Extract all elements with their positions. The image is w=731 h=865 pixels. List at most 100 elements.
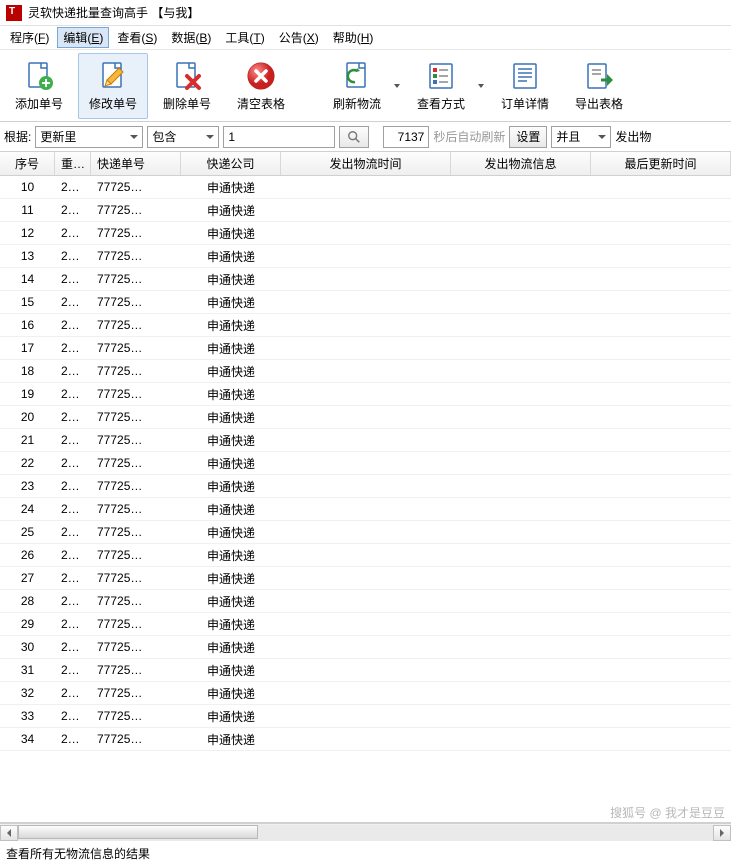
table-row[interactable]: 112…77725…申通快递 <box>0 199 731 222</box>
delete-button[interactable]: 删除单号 <box>152 53 222 119</box>
horizontal-scrollbar[interactable] <box>0 823 731 841</box>
cell: 2… <box>55 176 91 198</box>
table-row[interactable]: 242…77725…申通快递 <box>0 498 731 521</box>
export-button[interactable]: 导出表格 <box>564 53 634 119</box>
cell: 2… <box>55 498 91 520</box>
scroll-thumb[interactable] <box>18 825 258 839</box>
table-row[interactable]: 152…77725…申通快递 <box>0 291 731 314</box>
table-row[interactable]: 222…77725…申通快递 <box>0 452 731 475</box>
table-row[interactable]: 122…77725…申通快递 <box>0 222 731 245</box>
column-header[interactable]: 序号 <box>0 152 55 175</box>
cell: 申通快递 <box>181 452 281 474</box>
cell: 17 <box>0 337 55 359</box>
cell: 2… <box>55 429 91 451</box>
cell <box>281 452 451 474</box>
cell: 2… <box>55 659 91 681</box>
count-input[interactable] <box>383 126 429 148</box>
cell <box>591 383 731 405</box>
detail-button[interactable]: 订单详情 <box>490 53 560 119</box>
table-row[interactable]: 232…77725…申通快递 <box>0 475 731 498</box>
column-header[interactable]: 发出物流信息 <box>451 152 591 175</box>
cell: 31 <box>0 659 55 681</box>
scroll-left-button[interactable] <box>0 825 18 841</box>
table-row[interactable]: 212…77725…申通快递 <box>0 429 731 452</box>
table-row[interactable]: 172…77725…申通快递 <box>0 337 731 360</box>
cell <box>451 429 591 451</box>
cell: 2… <box>55 291 91 313</box>
cell <box>281 314 451 336</box>
cell: 申通快递 <box>181 176 281 198</box>
cell: 77725… <box>91 314 181 336</box>
cell: 申通快递 <box>181 567 281 589</box>
table-row[interactable]: 312…77725…申通快递 <box>0 659 731 682</box>
basis-combo[interactable]: 更新里 <box>35 126 143 148</box>
table-row[interactable]: 272…77725…申通快递 <box>0 567 731 590</box>
cell <box>451 498 591 520</box>
scroll-track[interactable] <box>18 825 713 841</box>
table-row[interactable]: 322…77725…申通快递 <box>0 682 731 705</box>
cell <box>591 245 731 267</box>
add-button[interactable]: 添加单号 <box>4 53 74 119</box>
edit-button[interactable]: 修改单号 <box>78 53 148 119</box>
column-header[interactable]: 快递单号 <box>91 152 181 175</box>
menu-s[interactable]: 查看(S) <box>111 27 163 48</box>
table-row[interactable]: 202…77725…申通快递 <box>0 406 731 429</box>
table-row[interactable]: 102…77725…申通快递 <box>0 176 731 199</box>
cell <box>451 613 591 635</box>
menu-e[interactable]: 编辑(E) <box>57 27 109 48</box>
value-input[interactable] <box>223 126 335 148</box>
clear-button[interactable]: 清空表格 <box>226 53 296 119</box>
table-row[interactable]: 192…77725…申通快递 <box>0 383 731 406</box>
cell: 申通快递 <box>181 636 281 658</box>
cell <box>451 521 591 543</box>
cell: 申通快递 <box>181 659 281 681</box>
viewmode-dropdown[interactable] <box>476 53 486 119</box>
operator-combo[interactable]: 包含 <box>147 126 219 148</box>
table-row[interactable]: 262…77725…申通快递 <box>0 544 731 567</box>
menu-f[interactable]: 程序(F) <box>4 27 55 48</box>
column-header[interactable]: 快递公司 <box>181 152 281 175</box>
cell <box>451 475 591 497</box>
column-header[interactable]: 发出物流时间 <box>281 152 451 175</box>
column-header[interactable]: 重… <box>55 152 91 175</box>
table-row[interactable]: 302…77725…申通快递 <box>0 636 731 659</box>
cell <box>591 360 731 382</box>
table-row[interactable]: 332…77725…申通快递 <box>0 705 731 728</box>
window-title: 灵软快递批量查询高手 【与我】 <box>28 4 199 21</box>
cell <box>281 291 451 313</box>
refresh-button[interactable]: 刷新物流 <box>322 53 392 119</box>
table-row[interactable]: 342…77725…申通快递 <box>0 728 731 751</box>
table-row[interactable]: 252…77725…申通快递 <box>0 521 731 544</box>
table-row[interactable]: 182…77725…申通快递 <box>0 360 731 383</box>
logic-combo[interactable]: 并且 <box>551 126 611 148</box>
settings-button[interactable]: 设置 <box>509 126 547 148</box>
table-body[interactable]: 102…77725…申通快递112…77725…申通快递122…77725…申通… <box>0 176 731 751</box>
table-row[interactable]: 132…77725…申通快递 <box>0 245 731 268</box>
cell: 2… <box>55 268 91 290</box>
cell <box>591 567 731 589</box>
table-row[interactable]: 162…77725…申通快递 <box>0 314 731 337</box>
cell: 2… <box>55 613 91 635</box>
cell: 11 <box>0 199 55 221</box>
scroll-right-button[interactable] <box>713 825 731 841</box>
cell: 19 <box>0 383 55 405</box>
menu-b[interactable]: 数据(B) <box>165 27 217 48</box>
cell: 2… <box>55 360 91 382</box>
menu-t[interactable]: 工具(T) <box>219 27 270 48</box>
cell <box>281 360 451 382</box>
table-row[interactable]: 292…77725…申通快递 <box>0 613 731 636</box>
cell: 申通快递 <box>181 521 281 543</box>
menu-h[interactable]: 帮助(H) <box>327 27 380 48</box>
table-row[interactable]: 282…77725…申通快递 <box>0 590 731 613</box>
table-row[interactable]: 142…77725…申通快递 <box>0 268 731 291</box>
menu-x[interactable]: 公告(X) <box>273 27 325 48</box>
chevron-down-icon <box>393 82 401 90</box>
column-header[interactable]: 最后更新时间 <box>591 152 731 175</box>
cell <box>281 383 451 405</box>
refresh-dropdown[interactable] <box>392 53 402 119</box>
cell: 77725… <box>91 199 181 221</box>
search-button[interactable] <box>339 126 369 148</box>
viewmode-button[interactable]: 查看方式 <box>406 53 476 119</box>
cell: 77725… <box>91 337 181 359</box>
status-bar: 查看所有无物流信息的结果 <box>0 841 731 865</box>
